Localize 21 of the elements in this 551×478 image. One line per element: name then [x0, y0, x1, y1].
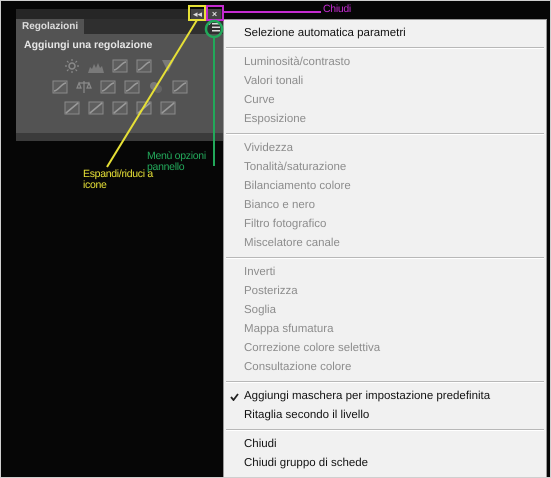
circles-icon[interactable]: [148, 80, 164, 94]
highlight-frame: [188, 5, 206, 21]
menu-item[interactable]: Aggiungi maschera per impostazione predefinita: [224, 387, 546, 406]
collapse-button[interactable]: ◂◂: [191, 9, 204, 20]
highlight-circle: [204, 20, 224, 38]
triangle-icon[interactable]: [160, 59, 176, 73]
menu-item[interactable]: Selezione automatica parametri: [224, 24, 546, 43]
panel-tab[interactable]: Regolazioni: [16, 19, 84, 34]
diagonal-square-icon[interactable]: [64, 101, 80, 115]
scale-icon[interactable]: [76, 80, 92, 94]
callout-label: Chiudi: [323, 4, 351, 15]
menu-item[interactable]: Ritaglia secondo il livello: [224, 406, 546, 425]
highlight-frame: [206, 5, 224, 21]
close-button[interactable]: ×: [208, 9, 221, 20]
callout-label: Menù opzioni pannello: [147, 151, 207, 173]
panel-heading: Aggiungi una regolazione: [24, 39, 154, 51]
sun-icon[interactable]: [64, 59, 80, 73]
menu-item[interactable]: Chiudi: [224, 435, 546, 454]
curve-icon[interactable]: [112, 59, 128, 73]
menu-item[interactable]: Chiudi gruppo di schede: [224, 454, 546, 473]
menu-icon[interactable]: [208, 22, 220, 32]
